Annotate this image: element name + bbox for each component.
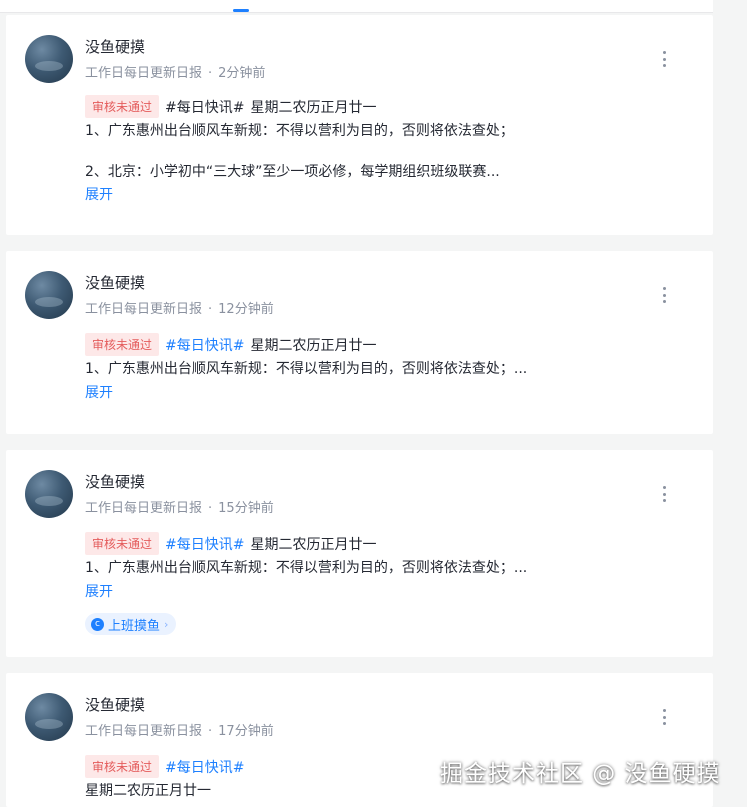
post-time: 15分钟前 <box>218 501 274 516</box>
circle-group-name[interactable]: 工作日每日更新日报 <box>85 724 202 739</box>
post-time: 17分钟前 <box>218 724 274 739</box>
status-badge: 审核未通过 <box>85 95 160 118</box>
circle-tag-label: 上班摸鱼 <box>108 618 161 634</box>
more-icon[interactable] <box>662 51 666 67</box>
post-headline: 审核未通过 #每日快讯# <box>85 755 250 778</box>
post-headline: 审核未通过 #每日快讯# 星期二农历正月廿一 <box>85 333 376 356</box>
avatar[interactable] <box>25 693 73 741</box>
content-line: 星期二农历正月廿一 <box>85 783 211 799</box>
post-meta: 工作日每日更新日报 · 17分钟前 <box>85 724 274 739</box>
post-title: 星期二农历正月廿一 <box>250 337 377 354</box>
content-line: 2、北京：小学初中“三大球”至少一项必修，每学期组织班级联赛... <box>85 164 500 180</box>
author-name[interactable]: 没鱼硬摸 <box>85 694 145 715</box>
circle-group-name[interactable]: 工作日每日更新日报 <box>85 501 202 516</box>
topic-tag[interactable]: #每日快讯# <box>165 534 244 554</box>
expand-link[interactable]: 展开 <box>85 581 113 601</box>
status-badge: 审核未通过 <box>85 333 160 356</box>
avatar[interactable] <box>25 35 73 83</box>
expand-link[interactable]: 展开 <box>85 382 113 402</box>
chevron-right-icon: › <box>164 617 169 631</box>
post-meta: 工作日每日更新日报 · 2分钟前 <box>85 66 266 81</box>
post-time: 12分钟前 <box>218 302 274 317</box>
post-headline: 审核未通过 #每日快讯# 星期二农历正月廿一 <box>85 95 376 118</box>
content-line: 1、广东惠州出台顺风车新规：不得以营利为目的，否则将依法查处； <box>85 123 514 139</box>
author-name[interactable]: 没鱼硬摸 <box>85 471 145 492</box>
topic-tag[interactable]: #每日快讯# <box>165 757 244 777</box>
post-title: 星期二农历正月廿一 <box>250 536 377 553</box>
status-badge: 审核未通过 <box>85 532 160 555</box>
post-time: 2分钟前 <box>218 66 266 81</box>
top-tab-strip <box>0 0 713 13</box>
avatar[interactable] <box>25 470 73 518</box>
author-name[interactable]: 没鱼硬摸 <box>85 36 145 57</box>
post-card[interactable]: 没鱼硬摸 工作日每日更新日报 · 12分钟前 审核未通过 #每日快讯# 星期二农历正… <box>6 251 713 434</box>
topic-tag[interactable]: #每日快讯# <box>165 97 244 117</box>
post-headline: 审核未通过 #每日快讯# 星期二农历正月廿一 <box>85 532 376 555</box>
more-icon[interactable] <box>662 287 666 303</box>
active-tab-indicator <box>233 9 249 12</box>
watermark: 掘金技术社区 @ 没鱼硬摸 <box>440 761 721 787</box>
circle-icon: c <box>91 617 104 631</box>
more-icon[interactable] <box>662 709 666 725</box>
post-card[interactable]: 没鱼硬摸 工作日每日更新日报 · 2分钟前 审核未通过 #每日快讯# 星期二农历正月… <box>6 15 713 235</box>
circle-group-name[interactable]: 工作日每日更新日报 <box>85 302 202 317</box>
post-title: 星期二农历正月廿一 <box>250 99 377 116</box>
content-line: 1、广东惠州出台顺风车新规：不得以营利为目的，否则将依法查处；... <box>85 361 528 377</box>
content-line: 1、广东惠州出台顺风车新规：不得以营利为目的，否则将依法查处；... <box>85 560 528 576</box>
circle-group-name[interactable]: 工作日每日更新日报 <box>85 66 202 81</box>
avatar[interactable] <box>25 271 73 319</box>
author-name[interactable]: 没鱼硬摸 <box>85 272 145 293</box>
topic-tag[interactable]: #每日快讯# <box>165 335 244 355</box>
status-badge: 审核未通过 <box>85 755 160 778</box>
post-card[interactable]: 没鱼硬摸 工作日每日更新日报 · 15分钟前 审核未通过 #每日快讯# 星期二农历正… <box>6 450 713 657</box>
post-meta: 工作日每日更新日报 · 15分钟前 <box>85 501 274 516</box>
post-meta: 工作日每日更新日报 · 12分钟前 <box>85 302 274 317</box>
circle-tag[interactable]: c 上班摸鱼 › <box>85 613 177 635</box>
more-icon[interactable] <box>662 486 666 502</box>
expand-link[interactable]: 展开 <box>85 184 113 204</box>
